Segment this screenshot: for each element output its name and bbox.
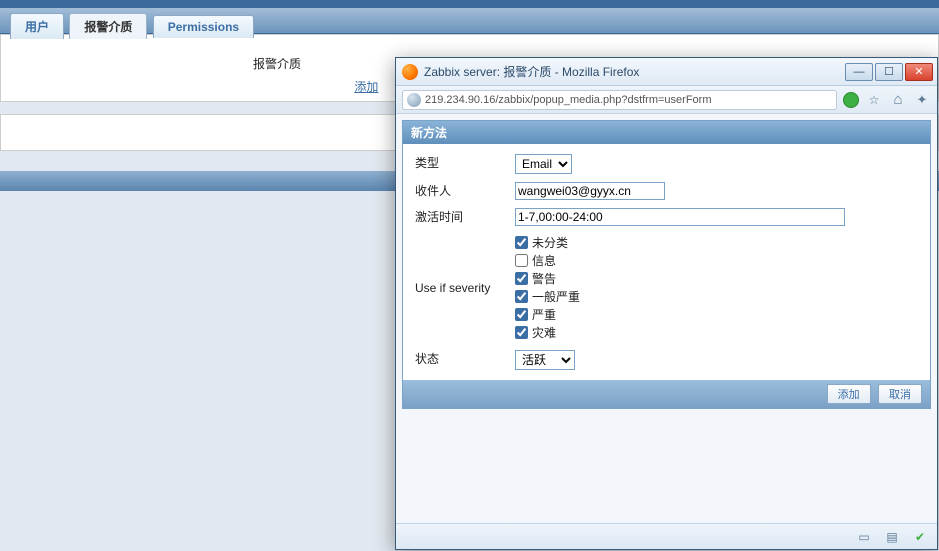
severity-option: 灾难 [515,324,918,341]
severity-option: 严重 [515,306,918,323]
close-button[interactable]: ✕ [905,63,933,81]
severity-checkbox[interactable] [515,290,528,303]
sendto-input[interactable] [515,182,665,200]
severity-checkbox[interactable] [515,236,528,249]
type-select[interactable]: Email [515,154,572,174]
window-titlebar[interactable]: Zabbix server: 报警介质 - Mozilla Firefox — … [396,58,937,86]
tab-permissions[interactable]: Permissions [153,15,254,38]
bookmark-icon[interactable]: ☆ [865,91,883,109]
tab-media[interactable]: 报警介质 [69,13,147,39]
window-title: Zabbix server: 报警介质 - Mozilla Firefox [424,63,843,80]
new-method-panel: 新方法 类型 Email 收件人 [402,120,931,409]
status-icon-1[interactable]: ▭ [855,528,873,546]
severity-options: 未分类信息警告一般严重严重灾难 [509,230,924,346]
severity-label: 警告 [532,270,556,287]
label-severity: Use if severity [409,230,509,346]
popup-cancel-button[interactable]: 取消 [878,384,922,404]
globe-icon [407,93,421,107]
add-media-link[interactable]: 添加 [354,80,378,94]
panel-title: 新方法 [403,121,930,144]
severity-checkbox[interactable] [515,308,528,321]
maximize-button[interactable]: ☐ [875,63,903,81]
status-icon-2[interactable]: ▤ [883,528,901,546]
severity-option: 未分类 [515,234,918,251]
window-statusbar: ▭ ▤ ✔ [396,523,937,549]
severity-option: 一般严重 [515,288,918,305]
label-when: 激活时间 [409,204,509,230]
label-status: 状态 [409,346,509,374]
when-input[interactable] [515,208,845,226]
severity-checkbox[interactable] [515,326,528,339]
firefox-icon [402,64,418,80]
status-icon-3[interactable]: ✔ [911,528,929,546]
go-icon[interactable] [843,92,859,108]
label-sendto: 收件人 [409,178,509,204]
browser-toolbar: 219.234.90.16/zabbix/popup_media.php?dst… [396,86,937,114]
severity-option: 信息 [515,252,918,269]
url-bar[interactable]: 219.234.90.16/zabbix/popup_media.php?dst… [402,90,837,110]
panel-body: 类型 Email 收件人 激活时间 [403,144,930,380]
severity-label: 严重 [532,306,556,323]
popup-body: 新方法 类型 Email 收件人 [396,114,937,523]
status-select[interactable]: 活跃 [515,350,575,370]
plugin-icon[interactable]: ✦ [913,91,931,109]
severity-option: 警告 [515,270,918,287]
url-text: 219.234.90.16/zabbix/popup_media.php?dst… [425,94,712,106]
popup-add-button[interactable]: 添加 [827,384,871,404]
minimize-button[interactable]: — [845,63,873,81]
severity-label: 信息 [532,252,556,269]
severity-label: 未分类 [532,234,568,251]
tab-strip: 用户 报警介质 Permissions [0,8,939,34]
severity-checkbox[interactable] [515,272,528,285]
label-type: 类型 [409,150,509,178]
home-icon[interactable]: ⌂ [889,91,907,109]
panel-footer: 添加 取消 [403,380,930,408]
severity-checkbox[interactable] [515,254,528,267]
tab-users[interactable]: 用户 [10,13,64,39]
page-crumb-strip [0,0,939,8]
media-label: 报警介质 [1,55,301,72]
severity-label: 灾难 [532,324,556,341]
severity-label: 一般严重 [532,288,580,305]
firefox-popup-window: Zabbix server: 报警介质 - Mozilla Firefox — … [395,57,938,550]
